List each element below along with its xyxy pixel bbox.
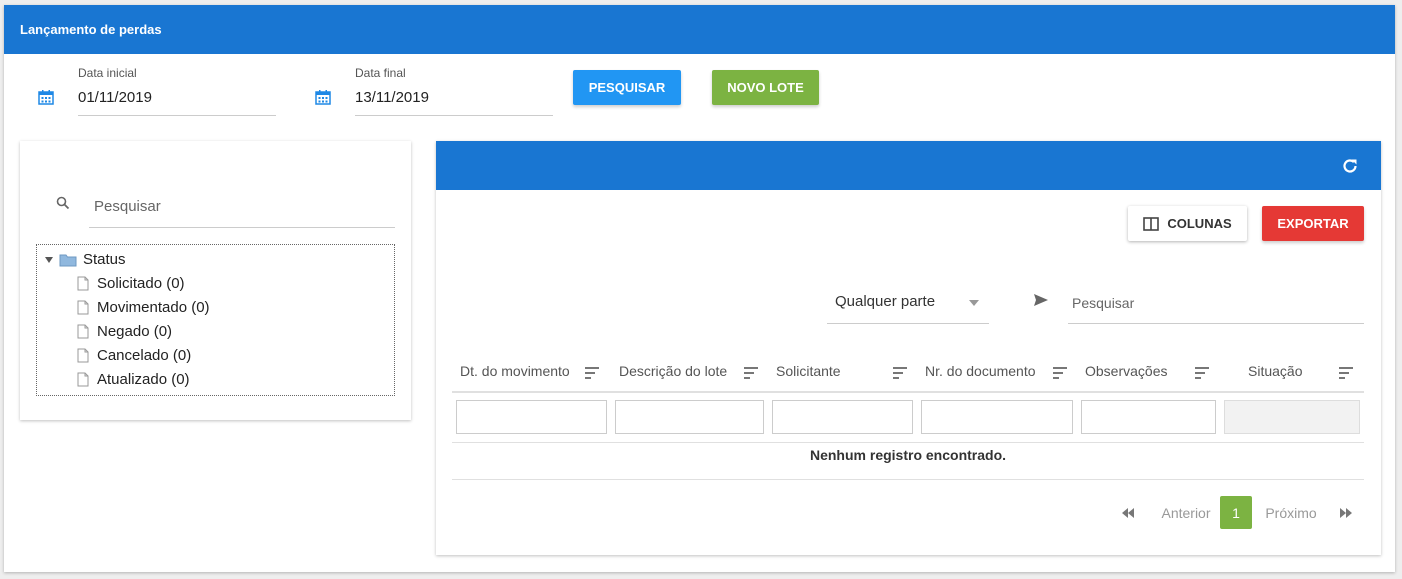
page-frame: Lançamento de perdas Data inicial 01/11/… [4, 5, 1395, 572]
column-header-label: Nr. do documento [925, 363, 1036, 379]
column-header-solicitante[interactable]: Solicitante [768, 351, 913, 389]
tree-search-placeholder: Pesquisar [94, 198, 161, 215]
grid-search-placeholder: Pesquisar [1072, 295, 1135, 311]
tree-item-movimentado[interactable]: Movimentado (0) [77, 299, 210, 316]
date-start-input[interactable]: 01/11/2019 [78, 84, 276, 116]
column-filter-input[interactable] [772, 400, 913, 434]
grid-header-bar [436, 141, 1381, 190]
sort-icon[interactable] [1195, 367, 1209, 379]
search-button[interactable]: PESQUISAR [573, 70, 681, 105]
grid-panel: COLUNAS EXPORTAR Qualquer parte Pesquisa… [436, 141, 1381, 555]
column-header-dt-movimento[interactable]: Dt. do movimento [452, 351, 607, 389]
sort-icon[interactable] [744, 367, 758, 379]
tree-root-label: Status [83, 251, 126, 268]
dropdown-arrow-icon [969, 300, 979, 306]
empty-message: Nenhum registro encontrado. [809, 447, 1007, 463]
tree-item-atualizado[interactable]: Atualizado (0) [77, 371, 190, 388]
tree-item-label: Cancelado (0) [97, 347, 192, 364]
expand-arrow-icon[interactable] [44, 255, 54, 265]
date-end-field: Data final 13/11/2019 [315, 63, 585, 117]
sort-icon[interactable] [893, 367, 907, 379]
filter-mode-value: Qualquer parte [835, 293, 936, 310]
column-header-label: Situação [1248, 363, 1303, 379]
date-start-label: Data inicial [78, 66, 137, 80]
export-button[interactable]: EXPORTAR [1262, 206, 1364, 241]
date-end-label: Data final [355, 66, 406, 80]
column-header-label: Descrição do lote [619, 363, 728, 379]
first-page-button[interactable] [1114, 496, 1142, 529]
date-start-field: Data inicial 01/11/2019 [38, 63, 308, 117]
column-filter-input[interactable] [1081, 400, 1216, 434]
tree-item-solicitado[interactable]: Solicitado (0) [77, 275, 185, 292]
search-icon [56, 196, 70, 210]
column-header-observacoes[interactable]: Observações [1077, 351, 1217, 389]
new-batch-button[interactable]: NOVO LOTE [712, 70, 819, 105]
column-header-label: Dt. do movimento [460, 363, 570, 379]
columns-button-label: COLUNAS [1167, 216, 1232, 231]
document-icon [77, 372, 89, 387]
tree-item-label: Solicitado (0) [97, 275, 185, 292]
tree-root[interactable]: Status [44, 251, 126, 268]
sort-icon[interactable] [1053, 367, 1067, 379]
calendar-icon[interactable] [315, 89, 331, 105]
tree-search-input[interactable]: Pesquisar [89, 191, 395, 228]
previous-page-button[interactable]: Anterior [1151, 496, 1221, 529]
calendar-icon[interactable] [38, 89, 54, 105]
date-end-input[interactable]: 13/11/2019 [355, 84, 553, 116]
column-header-nr-documento[interactable]: Nr. do documento [917, 351, 1073, 389]
columns-icon [1143, 216, 1160, 231]
column-header-situacao[interactable]: Situação [1221, 351, 1364, 389]
column-filter-input[interactable] [456, 400, 607, 434]
column-filter-input[interactable] [615, 400, 764, 434]
status-tree: Status Solicitado (0) Movimentado (0) Ne… [36, 244, 395, 396]
tree-item-label: Movimentado (0) [97, 299, 210, 316]
status-tree-panel: Pesquisar Status Solicitado (0) Moviment… [20, 141, 411, 420]
column-header-label: Observações [1085, 363, 1168, 379]
row-divider [452, 442, 1364, 443]
header-divider [452, 391, 1364, 393]
tree-item-label: Negado (0) [97, 323, 173, 340]
last-page-button[interactable] [1332, 496, 1360, 529]
document-icon [77, 348, 89, 363]
tree-item-negado[interactable]: Negado (0) [77, 323, 172, 340]
sort-icon[interactable] [585, 367, 599, 379]
last-page-icon [1340, 507, 1352, 518]
sort-icon[interactable] [1339, 367, 1353, 379]
folder-icon [59, 254, 77, 266]
first-page-icon [1122, 507, 1134, 518]
document-icon [77, 276, 89, 291]
document-icon [77, 300, 89, 315]
column-header-descricao-lote[interactable]: Descrição do lote [611, 351, 766, 389]
page-title: Lançamento de perdas [20, 22, 162, 37]
refresh-icon[interactable] [1341, 157, 1359, 175]
next-page-button[interactable]: Próximo [1260, 496, 1322, 529]
current-page-button[interactable]: 1 [1220, 496, 1252, 529]
filter-mode-select[interactable]: Qualquer parte [827, 281, 989, 324]
column-header-label: Solicitante [776, 363, 841, 379]
send-icon[interactable] [1033, 293, 1049, 307]
column-filter-input[interactable] [921, 400, 1073, 434]
column-filter-select[interactable] [1224, 400, 1360, 434]
tree-item-label: Atualizado (0) [97, 371, 190, 388]
row-divider [452, 479, 1364, 480]
title-bar: Lançamento de perdas [4, 5, 1395, 54]
tree-item-cancelado[interactable]: Cancelado (0) [77, 347, 191, 364]
columns-button[interactable]: COLUNAS [1128, 206, 1247, 241]
document-icon [77, 324, 89, 339]
grid-search-input[interactable]: Pesquisar [1068, 281, 1364, 324]
